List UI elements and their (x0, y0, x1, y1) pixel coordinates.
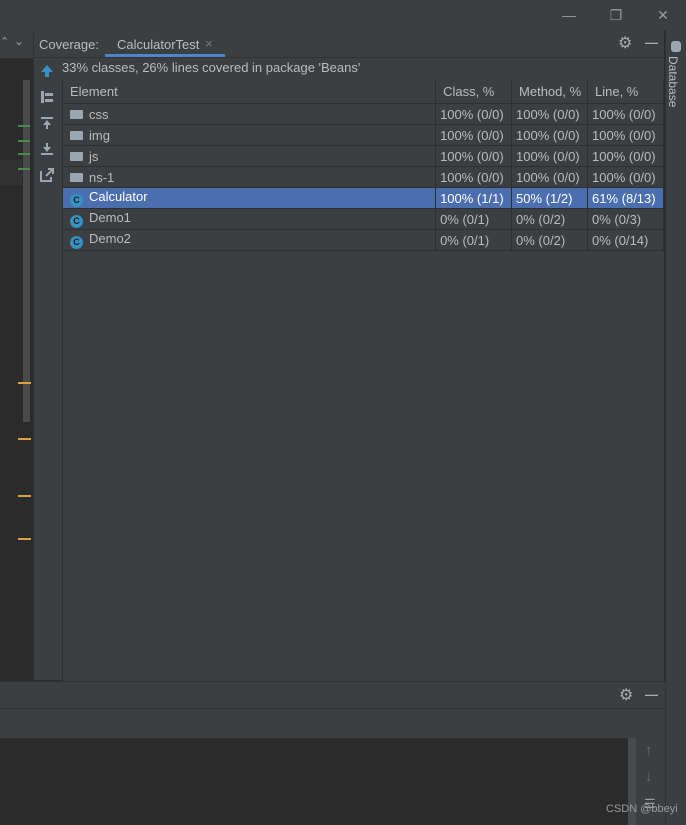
coverage-label: Coverage: (39, 37, 99, 52)
method-coverage-cell: 50% (1/2) (511, 187, 588, 209)
generate-report-icon[interactable] (39, 115, 55, 134)
database-icon (671, 41, 681, 52)
tab-title: CalculatorTest (117, 37, 200, 52)
class-coverage-cell: 100% (0/0) (435, 103, 513, 125)
warning-marker (18, 382, 31, 384)
warning-marker (18, 538, 31, 540)
method-coverage-cell: 100% (0/0) (511, 124, 588, 146)
import-icon[interactable] (39, 141, 55, 160)
bottom-panel-header: ⚙ — (0, 681, 665, 709)
navigate-up-icon[interactable] (39, 63, 55, 82)
column-header-line[interactable]: Line, % (587, 79, 664, 104)
gear-icon[interactable]: ⚙ (618, 33, 632, 53)
chevron-up-icon[interactable]: ⌃ (0, 35, 9, 48)
element-cell: C Calculator (62, 187, 437, 209)
warning-marker (18, 438, 31, 440)
editor-scrollbar[interactable] (23, 80, 30, 422)
coverage-table: Element Class, % Method, % Line, % css 10… (62, 79, 664, 681)
method-coverage-cell: 100% (0/0) (511, 145, 588, 167)
restore-icon[interactable]: ❐ (601, 0, 631, 30)
class-icon: C (70, 236, 83, 249)
close-window-icon[interactable]: ✕ (648, 0, 678, 30)
arrow-up-icon[interactable]: ↑ (645, 742, 653, 759)
folder-icon (70, 172, 83, 182)
table-empty-area (63, 251, 664, 682)
table-row[interactable]: css 100% (0/0) 100% (0/0) 100% (0/0) (62, 103, 664, 125)
class-coverage-cell: 0% (0/1) (435, 229, 513, 251)
table-row[interactable]: C Demo2 0% (0/1) 0% (0/2) 0% (0/14) (62, 229, 664, 251)
element-cell: C Demo2 (62, 229, 437, 251)
class-coverage-cell: 0% (0/1) (435, 208, 513, 230)
folder-icon (70, 109, 83, 119)
element-name: ns-1 (89, 169, 115, 185)
column-header-method[interactable]: Method, % (511, 79, 588, 104)
method-coverage-cell: 0% (0/2) (511, 208, 588, 230)
right-tool-stripe: Database (665, 30, 686, 825)
element-name: Calculator (89, 189, 148, 204)
element-name: js (89, 148, 99, 164)
arrow-down-icon[interactable]: ↓ (645, 768, 653, 785)
hide-icon[interactable]: — (645, 35, 658, 50)
table-header-row: Element Class, % Method, % Line, % (62, 79, 664, 104)
line-coverage-cell: 0% (0/3) (587, 208, 664, 230)
chevron-down-icon[interactable]: ⌄ (14, 34, 24, 48)
element-cell: ns-1 (62, 166, 437, 188)
line-coverage-cell: 100% (0/0) (587, 145, 664, 167)
bottom-panel-toolbar (0, 708, 665, 739)
table-row[interactable]: C Demo1 0% (0/1) 0% (0/2) 0% (0/3) (62, 208, 664, 230)
database-tab[interactable]: Database (666, 56, 680, 107)
line-coverage-cell: 61% (8/13) (587, 187, 664, 209)
class-coverage-cell: 100% (0/0) (435, 124, 513, 146)
method-coverage-cell: 100% (0/0) (511, 166, 588, 188)
line-coverage-cell: 100% (0/0) (587, 166, 664, 188)
table-row[interactable]: img 100% (0/0) 100% (0/0) 100% (0/0) (62, 124, 664, 146)
change-marker (18, 125, 30, 127)
editor-nav: ⌃ ⌄ (0, 30, 33, 58)
console-output (0, 738, 628, 825)
line-coverage-cell: 100% (0/0) (587, 103, 664, 125)
line-coverage-cell: 100% (0/0) (587, 124, 664, 146)
folder-icon (70, 151, 83, 161)
editor-current-line (0, 160, 22, 185)
tab-calculator-test[interactable]: CalculatorTest × (105, 30, 225, 57)
flatten-packages-icon[interactable] (39, 89, 55, 108)
method-coverage-cell: 100% (0/0) (511, 103, 588, 125)
gear-icon[interactable]: ⚙ (619, 685, 633, 705)
change-marker (18, 140, 30, 142)
line-coverage-cell: 0% (0/14) (587, 229, 664, 251)
element-cell: img (62, 124, 437, 146)
watermark: CSDN @bbeyi (606, 803, 678, 815)
minimize-icon[interactable]: — (554, 0, 584, 30)
class-coverage-cell: 100% (0/0) (435, 145, 513, 167)
warning-marker (18, 495, 31, 497)
class-coverage-cell: 100% (0/0) (435, 166, 513, 188)
element-cell: C Demo1 (62, 208, 437, 230)
method-coverage-cell: 0% (0/2) (511, 229, 588, 251)
table-row[interactable]: C Calculator 100% (1/1) 50% (1/2) 61% (8/13) (62, 187, 664, 209)
table-row[interactable]: js 100% (0/0) 100% (0/0) 100% (0/0) (62, 145, 664, 167)
element-name: Demo1 (89, 210, 131, 225)
column-header-element[interactable]: Element (62, 79, 437, 104)
coverage-summary: 33% classes, 26% lines covered in packag… (62, 60, 361, 75)
element-name: Demo2 (89, 231, 131, 246)
class-coverage-cell: 100% (1/1) (435, 187, 513, 209)
element-cell: css (62, 103, 437, 125)
change-marker (18, 168, 30, 170)
coverage-header: Coverage: CalculatorTest × ⚙ — (34, 30, 664, 58)
element-name: img (89, 127, 110, 143)
table-row[interactable]: ns-1 100% (0/0) 100% (0/0) 100% (0/0) (62, 166, 664, 188)
hide-icon[interactable]: — (645, 687, 658, 702)
column-header-class[interactable]: Class, % (435, 79, 513, 104)
folder-icon (70, 130, 83, 140)
element-name: css (89, 106, 109, 122)
element-cell: js (62, 145, 437, 167)
class-icon: C (70, 194, 83, 207)
close-tab-icon[interactable]: × (205, 36, 213, 51)
change-marker (18, 153, 30, 155)
class-icon: C (70, 215, 83, 228)
export-icon[interactable] (39, 167, 55, 186)
